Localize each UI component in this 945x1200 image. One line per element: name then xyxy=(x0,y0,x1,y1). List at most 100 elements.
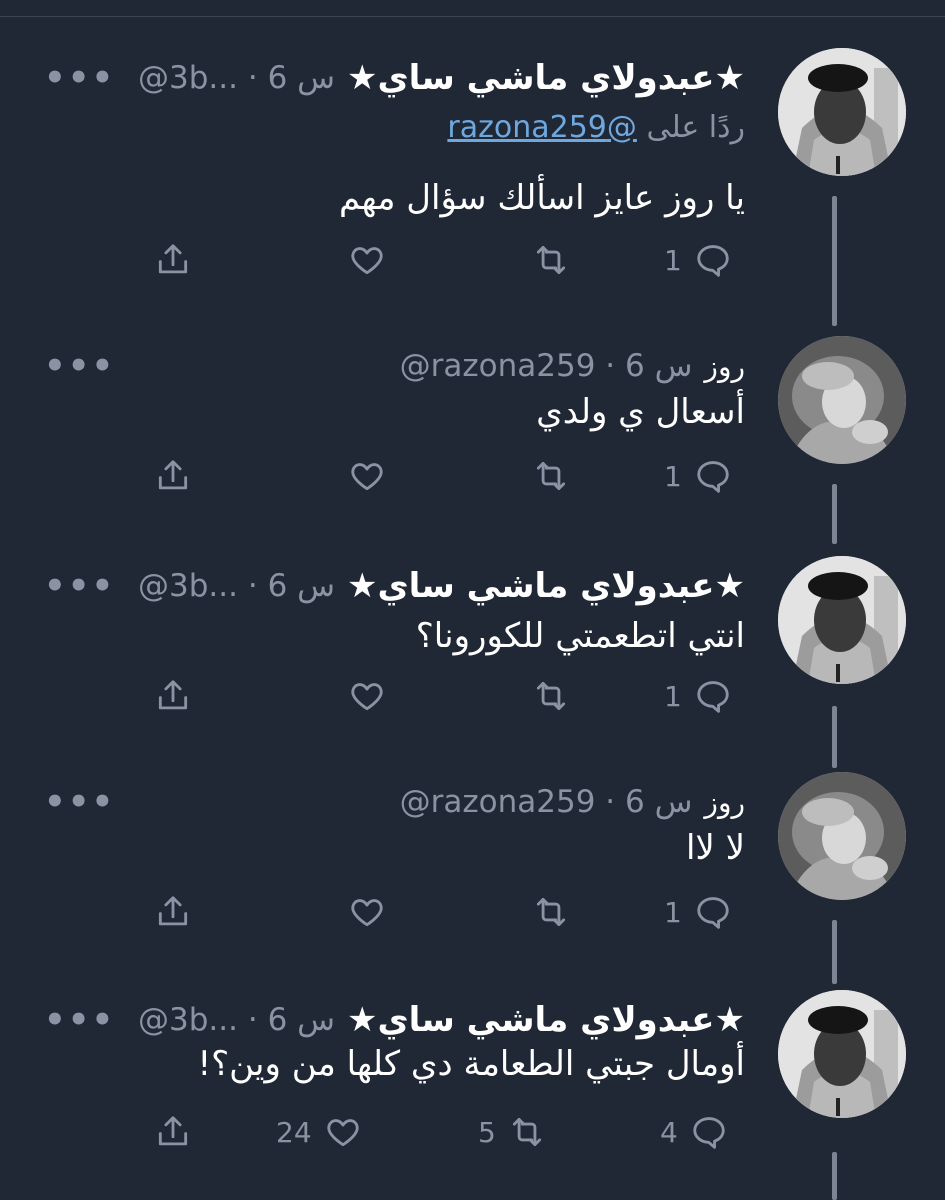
more-icon[interactable]: ••• xyxy=(44,56,115,100)
more-icon[interactable]: ••• xyxy=(44,998,115,1042)
avatar[interactable] xyxy=(778,772,906,900)
tweet-header: روز @razona259 · 6 س xyxy=(400,344,745,388)
separator: · xyxy=(247,568,258,604)
share-button[interactable] xyxy=(154,888,192,936)
more-icon[interactable]: ••• xyxy=(44,564,115,608)
retweet-icon xyxy=(536,461,566,491)
reply-context: ردًا على @razona259 xyxy=(447,110,745,145)
reply-count: 1 xyxy=(664,679,682,713)
share-button[interactable] xyxy=(154,672,192,720)
top-divider xyxy=(0,16,945,17)
statue-avatar xyxy=(778,336,906,464)
like-icon xyxy=(351,463,383,491)
author-handle[interactable]: @3b... xyxy=(138,1002,238,1038)
like-icon xyxy=(351,247,383,275)
author-name[interactable]: روز xyxy=(704,786,745,819)
person-hoodie-avatar xyxy=(778,990,906,1118)
author-name[interactable]: روز xyxy=(704,350,745,383)
retweet-button[interactable] xyxy=(520,672,570,720)
author-handle[interactable]: @3b... xyxy=(138,568,238,604)
retweet-icon xyxy=(536,245,566,275)
author-handle[interactable]: @3b... xyxy=(138,60,238,96)
like-button[interactable] xyxy=(336,672,386,720)
reply-count: 4 xyxy=(660,1115,678,1149)
reply-prefix: ردًا على xyxy=(646,110,745,145)
share-button[interactable] xyxy=(154,452,192,500)
timestamp[interactable]: 6 س xyxy=(625,348,692,384)
retweet-button[interactable] xyxy=(520,888,570,936)
like-count: 24 xyxy=(276,1115,312,1149)
reply-count: 1 xyxy=(664,895,682,929)
tweet-header: روز @razona259 · 6 س xyxy=(400,780,745,824)
retweet-icon xyxy=(512,1117,541,1147)
statue-avatar xyxy=(778,772,906,900)
share-icon xyxy=(158,896,188,926)
reply-icon xyxy=(697,681,729,713)
tweet-text: لا لاا xyxy=(685,828,745,868)
avatar[interactable] xyxy=(778,48,906,176)
action-bar: 4 5 24 xyxy=(0,1108,945,1156)
action-bar: 1 xyxy=(0,888,945,936)
tweet-header: ★عبدولاي ماشي ساي★ @3b... · 6 س xyxy=(138,998,745,1042)
person-hoodie-avatar xyxy=(778,556,906,684)
timestamp[interactable]: 6 س xyxy=(625,784,692,820)
reply-button[interactable]: 4 xyxy=(660,1108,728,1156)
tweet-text: انتي اتطعمتي للكورونا؟ xyxy=(415,616,745,656)
person-hoodie-avatar xyxy=(778,48,906,176)
share-button[interactable] xyxy=(154,1108,192,1156)
timestamp[interactable]: 6 س xyxy=(268,60,335,96)
action-bar: 1 xyxy=(0,672,945,720)
like-button[interactable] xyxy=(336,452,386,500)
timestamp[interactable]: 6 س xyxy=(268,1002,335,1038)
share-icon xyxy=(158,460,188,490)
tweet-text: يا روز عايز اسألك سؤال مهم xyxy=(338,178,745,218)
reply-handle-link[interactable]: @razona259 xyxy=(447,110,636,145)
reply-button[interactable]: 1 xyxy=(664,452,732,500)
author-handle[interactable]: @razona259 xyxy=(400,348,596,384)
reply-button[interactable]: 1 xyxy=(664,672,732,720)
handle-time: @3b... · 6 س xyxy=(138,1002,335,1038)
retweet-button[interactable]: 5 xyxy=(478,1108,546,1156)
author-handle[interactable]: @razona259 xyxy=(400,784,596,820)
avatar[interactable] xyxy=(778,556,906,684)
separator: · xyxy=(247,1002,258,1038)
timestamp[interactable]: 6 س xyxy=(268,568,335,604)
like-icon xyxy=(351,683,383,711)
author-name[interactable]: ★عبدولاي ماشي ساي★ xyxy=(347,1000,745,1040)
like-button[interactable] xyxy=(336,236,386,284)
tweet-header: ★عبدولاي ماشي ساي★ @3b... · 6 س xyxy=(138,564,745,608)
author-name[interactable]: ★عبدولاي ماشي ساي★ xyxy=(347,566,745,606)
like-button[interactable] xyxy=(336,888,386,936)
separator: · xyxy=(247,60,258,96)
handle-time: @3b... · 6 س xyxy=(138,60,335,96)
thread-line xyxy=(832,1152,837,1200)
like-icon xyxy=(327,1119,359,1147)
reply-button[interactable]: 1 xyxy=(664,236,732,284)
more-icon[interactable]: ••• xyxy=(44,780,115,824)
reply-icon xyxy=(697,461,729,493)
share-icon xyxy=(158,680,188,710)
tweet-header: ★عبدولاي ماشي ساي★ @3b... · 6 س xyxy=(138,56,745,100)
share-button[interactable] xyxy=(154,236,192,284)
retweet-icon xyxy=(536,897,566,927)
action-bar: 1 xyxy=(0,452,945,500)
reply-icon xyxy=(697,245,729,277)
reply-icon xyxy=(693,1117,725,1149)
reply-button[interactable]: 1 xyxy=(664,888,732,936)
share-icon xyxy=(158,1116,188,1146)
retweet-button[interactable] xyxy=(520,452,570,500)
retweet-button[interactable] xyxy=(520,236,570,284)
handle-time: @razona259 · 6 س xyxy=(400,784,693,820)
tweet-text: أومال جبتي الطعامة دي كلها من وين؟! xyxy=(197,1044,745,1084)
like-button[interactable]: 24 xyxy=(276,1108,362,1156)
reply-count: 1 xyxy=(664,243,682,277)
avatar[interactable] xyxy=(778,336,906,464)
retweet-icon xyxy=(536,681,566,711)
separator: · xyxy=(605,348,616,384)
more-icon[interactable]: ••• xyxy=(44,344,115,388)
handle-time: @3b... · 6 س xyxy=(138,568,335,604)
tweet-text: أسعال ي ولدي xyxy=(536,392,745,432)
author-name[interactable]: ★عبدولاي ماشي ساي★ xyxy=(347,58,745,98)
avatar[interactable] xyxy=(778,990,906,1118)
reply-icon xyxy=(697,897,729,929)
